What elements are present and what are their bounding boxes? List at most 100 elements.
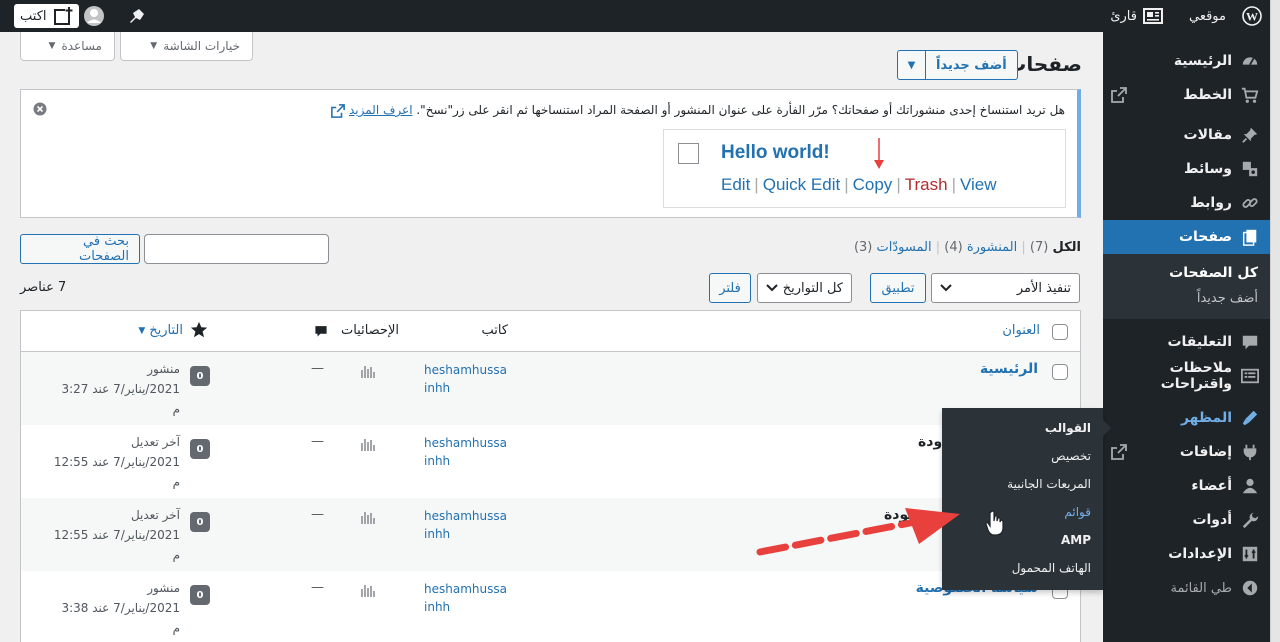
screen-options-button[interactable]: خيارات الشاشة ▼: [120, 32, 253, 61]
hand-cursor-icon: [985, 510, 1004, 536]
sidebar-item-plans[interactable]: الخطط: [1103, 78, 1270, 112]
table-row: الرئيسية heshamhussainhh — 0 منشور 2021/…: [21, 352, 1080, 425]
red-arrow-icon: [874, 138, 884, 169]
sidebar-item-links[interactable]: روابط: [1103, 186, 1270, 220]
select-all-checkbox[interactable]: [1052, 324, 1068, 340]
row-date: آخر تعديل 2021/يناير/7 عند 12:55 م: [53, 508, 180, 562]
flyout-item-themes[interactable]: القوالب: [942, 414, 1103, 442]
sidebar-item-comments[interactable]: التعليقات: [1103, 325, 1270, 359]
caret-down-icon[interactable]: ▼: [898, 51, 926, 79]
scrollbar[interactable]: [1270, 0, 1280, 642]
duplicate-notice: هل تريد استنساخ إحدى منشوراتك أو صفحاتك؟…: [20, 89, 1081, 218]
row-stats: —: [311, 580, 324, 595]
stats-icon[interactable]: [361, 510, 377, 524]
filter-published[interactable]: المنشورة: [967, 240, 1017, 255]
search-pages-button[interactable]: بحث في الصفحات: [20, 234, 140, 264]
table-row: ودة heshamhussainhh — 0 آخر تعديل 2021/ي…: [21, 425, 1080, 498]
sidebar-item-dashboard[interactable]: الرئيسية: [1103, 44, 1270, 78]
sidebar-item-posts[interactable]: مقالات: [1103, 118, 1270, 152]
comment-count-badge[interactable]: 0: [190, 512, 210, 532]
comment-count-badge[interactable]: 0: [190, 585, 210, 605]
apply-button[interactable]: تطبيق: [870, 273, 926, 303]
submenu-add-new[interactable]: أضف جديداً: [1103, 286, 1270, 311]
collapse-menu-button[interactable]: طي القائمة: [1103, 571, 1270, 605]
dismiss-notice-icon[interactable]: [33, 102, 47, 116]
sidebar-item-pages[interactable]: صفحات: [1095, 220, 1270, 254]
wordpress-logo-icon[interactable]: W: [1234, 0, 1270, 32]
avatar[interactable]: [79, 0, 109, 32]
reader-link[interactable]: قارئ: [1102, 0, 1171, 32]
tools-icon: [1240, 510, 1260, 530]
dashboard-icon: [1240, 51, 1260, 71]
row-date: منشور 2021/يناير/7 عند 3:27 م: [61, 362, 180, 416]
sidebar-item-appearance[interactable]: المظهر: [1103, 401, 1270, 435]
comment-count-badge[interactable]: 0: [190, 366, 210, 386]
flyout-item-mobile[interactable]: الهاتف المحمول: [942, 554, 1103, 582]
external-link-icon: [1111, 87, 1127, 103]
reader-icon: [1142, 8, 1163, 24]
sidebar-item-settings[interactable]: الإعدادات: [1103, 537, 1270, 571]
pages-icon: [1240, 227, 1260, 247]
chevron-down-icon: [766, 284, 778, 292]
flyout-item-amp[interactable]: AMP: [942, 526, 1103, 554]
demo-row-actions: Edit | Quick Edit | Copy | Trash | View: [721, 175, 997, 194]
pages-submenu: كل الصفحات أضف جديداً: [1103, 254, 1270, 319]
filter-all[interactable]: الكل: [1052, 240, 1081, 255]
sidebar-item-users[interactable]: أعضاء: [1103, 469, 1270, 503]
learn-more-link[interactable]: اعرف المزيد: [349, 103, 413, 117]
row-author[interactable]: heshamhussainhh: [424, 434, 508, 470]
caret-down-icon: ▼: [150, 41, 158, 51]
demo-action-view: View: [959, 175, 997, 194]
flyout-item-widgets[interactable]: المربعات الجانبية: [942, 470, 1103, 498]
cart-icon: [1240, 85, 1260, 105]
pages-table: العنوان كاتب الإحصائيات التاريخ ▼ الرئيسي…: [20, 310, 1081, 642]
sidebar-item-plugins[interactable]: إضافات: [1103, 435, 1270, 469]
submenu-all-pages[interactable]: كل الصفحات: [1103, 260, 1270, 286]
row-stats: —: [311, 507, 324, 522]
appearance-flyout-menu: القوالب تخصيص المربعات الجانبية قوائم AM…: [942, 408, 1111, 590]
comment-icon: [1240, 332, 1260, 352]
site-name-link[interactable]: موقعي: [1181, 0, 1234, 32]
notice-text: هل تريد استنساخ إحدى منشوراتك أو صفحاتك؟…: [416, 103, 1065, 117]
star-icon[interactable]: [190, 321, 208, 339]
external-link-icon: [331, 103, 346, 118]
column-author: كاتب: [481, 323, 508, 338]
sidebar-item-tools[interactable]: أدوات: [1103, 503, 1270, 537]
row-title[interactable]: الرئيسية: [980, 361, 1038, 377]
dashed-red-arrow-icon: [756, 508, 960, 556]
row-checkbox[interactable]: [1052, 364, 1068, 380]
table-header: العنوان كاتب الإحصائيات التاريخ ▼: [21, 311, 1080, 352]
comment-count-badge[interactable]: 0: [190, 439, 210, 459]
search-pages-input[interactable]: [144, 234, 329, 264]
sidebar-item-feedback[interactable]: ملاحظات واقتراحات: [1103, 359, 1270, 393]
row-stats: —: [311, 361, 324, 376]
media-icon: [1240, 159, 1260, 179]
row-author[interactable]: heshamhussainhh: [424, 580, 508, 616]
pin-icon: [1240, 125, 1260, 145]
flyout-item-menus[interactable]: قوائم: [942, 498, 1103, 526]
help-button[interactable]: مساعدة ▼: [20, 32, 115, 61]
add-new-page-button[interactable]: أضف جديداً ▼: [897, 50, 1018, 80]
bulk-action-select[interactable]: تنفيذ الأمر: [931, 273, 1080, 303]
demo-action-trash: Trash: [904, 175, 948, 194]
demo-checkbox: [678, 143, 699, 164]
column-title[interactable]: العنوان: [1002, 323, 1040, 338]
filter-button[interactable]: فلتر: [709, 273, 751, 303]
sidebar-item-media[interactable]: وسائط: [1103, 152, 1270, 186]
row-author[interactable]: heshamhussainhh: [424, 507, 508, 543]
stats-icon[interactable]: [361, 583, 377, 597]
notifications-icon[interactable]: [109, 0, 155, 32]
write-button[interactable]: اكتب: [14, 4, 79, 28]
flyout-item-customize[interactable]: تخصيص: [942, 442, 1103, 470]
stats-icon[interactable]: [361, 437, 377, 451]
row-author[interactable]: heshamhussainhh: [424, 361, 508, 397]
row-date: آخر تعديل 2021/يناير/7 عند 12:55 م: [53, 435, 180, 489]
stats-icon[interactable]: [361, 364, 377, 378]
items-count: 7 عناصر: [20, 280, 67, 295]
date-filter-select[interactable]: كل التواريخ: [757, 273, 852, 303]
plugins-icon: [1240, 442, 1260, 462]
demo-action-quick-edit: Quick Edit: [762, 175, 841, 194]
filter-drafts[interactable]: المسودّات: [877, 240, 932, 255]
admin-sidebar: الرئيسية الخطط مقالات وسائط روابط صفحات …: [1095, 32, 1270, 642]
column-date[interactable]: التاريخ ▼: [138, 323, 183, 338]
